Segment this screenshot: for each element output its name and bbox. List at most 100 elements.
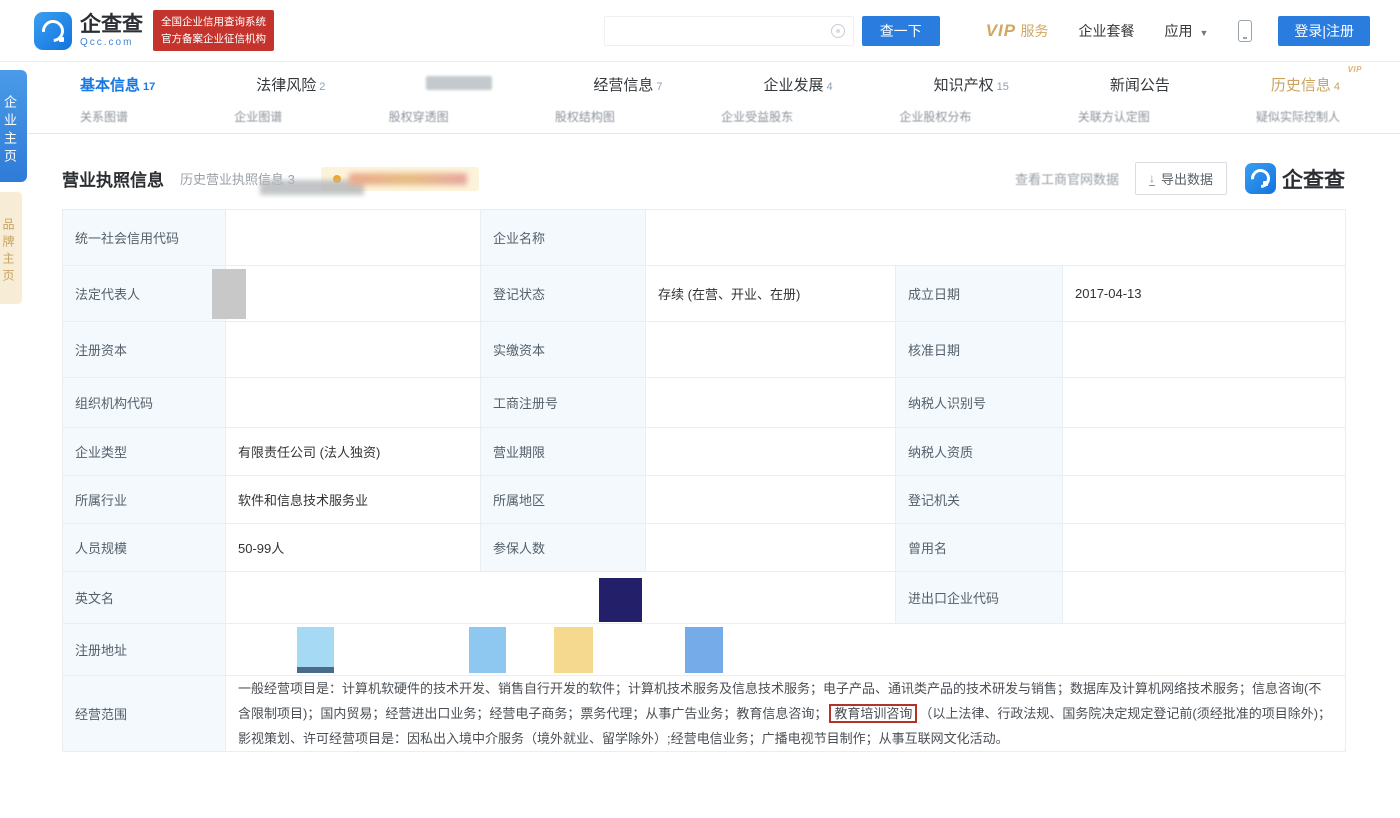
nav-sublink[interactable]: 股权穿透图 [389,108,449,125]
qcc-watermark-icon [1245,163,1276,194]
redaction-block [554,627,593,673]
export-data-button[interactable]: ↓ 导出数据 [1135,162,1227,195]
redaction-block [599,578,642,622]
chevron-down-icon: ▼ [1199,28,1208,38]
login-register-button[interactable]: 登录|注册 [1278,16,1370,46]
search-input[interactable] [604,16,854,46]
nav-sublinks: 关系图谱 企业图谱 股权穿透图 股权结构图 企业受益股东 企业股权分布 关联方认定图 疑似实际… [80,108,1340,125]
view-official-data-link[interactable]: 查看工商官网数据 [1015,169,1119,188]
vip-service-link[interactable]: VIP 服务 [986,21,1049,41]
main-content: 营业执照信息 历史营业执照信息 3 查看工商官网数据 ↓ 导出数据 企查查 统一… [62,162,1345,752]
field-value [646,524,896,572]
field-label: 组织机构代码 [63,378,226,428]
field-value [646,322,896,378]
field-label: 统一社会信用代码 [63,210,226,266]
redaction-block [426,76,492,90]
nav-sublink[interactable]: 企业受益股东 [721,108,793,125]
section-header: 营业执照信息 历史营业执照信息 3 查看工商官网数据 ↓ 导出数据 企查查 [62,162,1345,195]
nav-tab-label: 历史信息 [1271,77,1331,94]
field-label: 注册地址 [63,624,226,676]
field-value: 存续 (在营、开业、在册) [646,266,896,322]
search-button[interactable]: 查一下 [862,16,940,46]
nav-tab-label: 企业发展 [763,77,823,94]
nav-tab-count: 15 [997,81,1009,93]
field-value: 软件和信息技术服务业 [226,476,481,524]
table-row: 注册地址 [63,624,1346,676]
nav-sublink[interactable]: 疑似实际控制人 [1256,108,1340,125]
field-value [226,624,1346,676]
field-label: 法定代表人 [63,266,226,322]
company-nav: 基本信息17法律风险2经营信息7企业发展4知识产权15新闻公告历史信息4VIP … [0,62,1400,134]
nav-tab-label: 知识产权 [934,77,994,94]
redaction-block [685,627,723,673]
logo-title: 企查查 [80,14,143,35]
field-label: 实缴资本 [481,322,646,378]
qcc-logo[interactable]: 企查查 Qcc.com [34,12,143,50]
field-label: 核准日期 [896,322,1063,378]
nav-tab[interactable]: 基本信息17 [80,74,155,95]
nav-tab-redacted[interactable] [426,74,492,94]
field-label: 登记机关 [896,476,1063,524]
field-value [1063,476,1346,524]
nav-tab-label: 法律风险 [256,77,316,94]
nav-tab-count: 4 [1334,81,1340,93]
camera-search-icon[interactable] [831,24,845,38]
table-row: 统一社会信用代码 企业名称 [63,210,1346,266]
field-label: 企业类型 [63,428,226,476]
field-label: 曾用名 [896,524,1063,572]
nav-tab-label: 经营信息 [593,77,653,94]
license-table-body: 统一社会信用代码 企业名称法定代表人登记状态存续 (在营、开业、在册)成立日期20… [63,210,1346,752]
field-label: 纳税人资质 [896,428,1063,476]
field-value: 2017-04-13 [1063,266,1346,322]
nav-tab-label: 基本信息 [80,77,140,94]
menu-apps[interactable]: 应用 ▼ [1165,21,1209,41]
redaction-block [297,627,334,673]
nav-sublink[interactable]: 股权结构图 [555,108,615,125]
field-value [646,378,896,428]
field-label: 进出口企业代码 [896,572,1063,624]
menu-enterprise-packages[interactable]: 企业套餐 [1079,21,1135,41]
nav-tab-count: 17 [143,81,155,93]
side-tab-company-home[interactable]: 企业主页 [0,70,27,182]
field-value [1063,322,1346,378]
nav-tabs: 基本信息17 法律风险2 经营信息7 企业发展 4 知识产权15 新闻公告 历史信息4VIP [80,74,1340,95]
field-label: 纳税人识别号 [896,378,1063,428]
field-label: 参保人数 [481,524,646,572]
field-value [1063,428,1346,476]
nav-tab[interactable]: 新闻公告 [1110,74,1170,95]
scope-highlight-box: 教育培训咨询 [829,704,917,723]
side-tab-brand-home[interactable]: 品牌主页 [0,192,22,304]
redacted-alert-text [349,173,467,185]
export-data-label: 导出数据 [1161,169,1213,188]
qcc-logo-icon [34,12,72,50]
nav-tab[interactable]: 法律风险2 [256,74,325,95]
table-row: 人员规模50-99人参保人数曾用名 [63,524,1346,572]
field-label: 企业名称 [481,210,646,266]
top-header: 企查查 Qcc.com 全国企业信用查询系统 官方备案企业征信机构 查一下 VI… [0,0,1400,62]
nav-tab[interactable]: 经营信息7 [593,74,662,95]
field-value [226,378,481,428]
nav-tab[interactable]: 历史信息4VIP [1271,74,1340,95]
vip-label: VIP [986,21,1016,40]
nav-sublink[interactable]: 关系图谱 [80,108,128,125]
field-label: 注册资本 [63,322,226,378]
nav-sublink[interactable]: 关联方认定图 [1078,108,1150,125]
field-value [646,476,896,524]
field-value: 有限责任公司 (法人独资) [226,428,481,476]
field-value: 50-99人 [226,524,481,572]
vip-crown-icon: VIP [1348,65,1362,74]
nav-tab[interactable]: 企业发展 4 [763,74,832,95]
field-value [226,572,896,624]
mobile-app-icon[interactable] [1238,20,1252,42]
nav-tab-count: 4 [827,81,833,93]
nav-sublink[interactable]: 企业股权分布 [899,108,971,125]
table-row: 企业类型有限责任公司 (法人独资)营业期限纳税人资质 [63,428,1346,476]
nav-tab-count: 2 [319,81,325,93]
nav-tab-count: 7 [656,81,662,93]
section-title: 营业执照信息 [62,166,164,191]
certification-badge: 全国企业信用查询系统 官方备案企业征信机构 [153,10,274,51]
nav-tab[interactable]: 知识产权15 [934,74,1009,95]
nav-sublink[interactable]: 企业图谱 [234,108,282,125]
field-value [226,266,481,322]
table-row: 法定代表人登记状态存续 (在营、开业、在册)成立日期2017-04-13 [63,266,1346,322]
